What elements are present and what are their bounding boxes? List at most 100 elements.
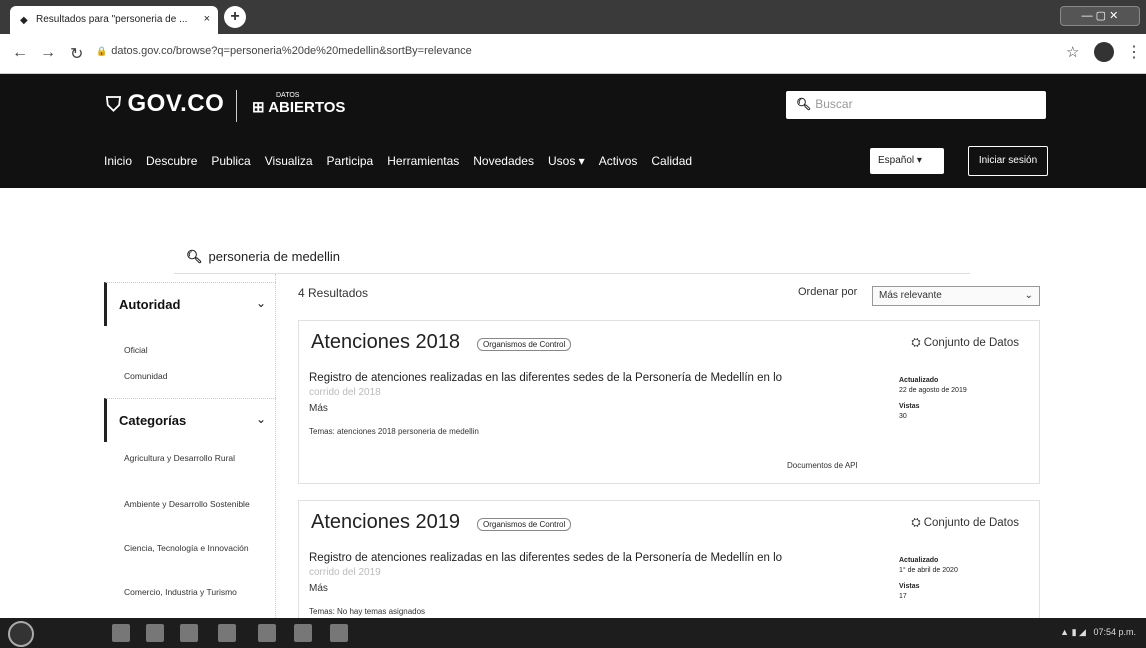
close-tab-icon[interactable]: × bbox=[204, 13, 210, 25]
search-icon: 🔍︎ bbox=[796, 97, 812, 111]
url-text: datos.gov.co/browse?q=personeria%20de%20… bbox=[111, 45, 472, 57]
url-field[interactable]: 🔒 datos.gov.co/browse?q=personeria%20de%2… bbox=[96, 45, 472, 57]
facet-authority-header[interactable]: Autoridad ⌄ bbox=[104, 282, 276, 326]
logo-divider bbox=[236, 90, 237, 122]
sort-label: Ordenar por bbox=[798, 286, 858, 298]
updated-label: Actualizado bbox=[899, 377, 939, 384]
result-tags: Temas: No hay temas asignados bbox=[309, 607, 426, 616]
nav-item-descubre[interactable]: Descubre bbox=[146, 154, 197, 174]
result-description: Registro de atenciones realizadas en las… bbox=[309, 372, 783, 384]
result-tags: Temas: atenciones 2018 personeria de med… bbox=[309, 427, 479, 436]
chrome-icon[interactable] bbox=[218, 624, 236, 642]
login-button[interactable]: Iniciar sesión bbox=[968, 146, 1048, 176]
language-select[interactable]: Español ▾ bbox=[870, 148, 944, 174]
chevron-down-icon: ⌄ bbox=[255, 412, 266, 426]
browser-tab-bar: ◆ Resultados para "personeria de ... × +… bbox=[0, 0, 1146, 34]
dataset-type-text: Conjunto de Datos bbox=[923, 517, 1019, 529]
dataset-type-label: ⛭ Conjunto de Datos bbox=[911, 517, 1019, 530]
facet-authority-title: Autoridad bbox=[119, 297, 181, 312]
result-card: Atenciones 2019 Organismos de Control ⛭ … bbox=[298, 500, 1040, 618]
more-link[interactable]: Más bbox=[309, 583, 328, 594]
browser-tab[interactable]: ◆ Resultados para "personeria de ... × bbox=[10, 6, 218, 34]
nav-item-usos[interactable]: Usos ▾ bbox=[548, 154, 585, 174]
nav-item-activos[interactable]: Activos bbox=[599, 154, 638, 174]
result-description-more: corrido del 2019 bbox=[309, 567, 381, 578]
dataset-icon: ⛭ bbox=[911, 337, 921, 349]
result-title[interactable]: Atenciones 2019 bbox=[311, 511, 460, 534]
menu-kebab-icon[interactable]: ⋮ bbox=[1126, 42, 1142, 62]
views-label: Vistas bbox=[899, 403, 920, 410]
chevron-down-icon: ⌄ bbox=[255, 296, 266, 310]
facet-item-comercio[interactable]: Comercio, Industria y Turismo bbox=[124, 587, 264, 598]
datos-big-text: ABIERTOS bbox=[268, 99, 346, 116]
chevron-down-icon: ⌄ bbox=[1024, 290, 1033, 301]
nav-item-novedades[interactable]: Novedades bbox=[473, 154, 534, 174]
category-badge[interactable]: Organismos de Control bbox=[477, 338, 572, 351]
result-card: Atenciones 2018 Organismos de Control ⛭ … bbox=[298, 320, 1040, 484]
nav-item-participa[interactable]: Participa bbox=[327, 154, 374, 174]
facet-item-oficial[interactable]: Oficial bbox=[124, 345, 264, 356]
search-icon: 🔍︎ bbox=[186, 249, 203, 264]
api-docs-link[interactable]: Documentos de API bbox=[787, 461, 858, 470]
grid-logo-icon: ⊞ bbox=[252, 99, 265, 116]
new-tab-button[interactable]: + bbox=[224, 6, 246, 28]
logo-text: GOV.CO bbox=[127, 90, 225, 117]
site-favicon-icon: ◆ bbox=[20, 15, 28, 26]
views-value: 17 bbox=[899, 593, 907, 600]
reload-icon[interactable]: ↻ bbox=[70, 44, 83, 64]
query-search-input[interactable]: 🔍︎ personeria de medellin bbox=[174, 240, 970, 274]
nav-item-publica[interactable]: Publica bbox=[211, 154, 250, 174]
more-link[interactable]: Más bbox=[309, 403, 328, 414]
app-icon[interactable] bbox=[330, 624, 348, 642]
result-description: Registro de atenciones realizadas en las… bbox=[309, 552, 783, 564]
start-button[interactable] bbox=[8, 621, 34, 647]
nav-item-inicio[interactable]: Inicio bbox=[104, 154, 132, 174]
category-badge[interactable]: Organismos de Control bbox=[477, 518, 572, 531]
forward-arrow-icon[interactable]: → bbox=[40, 44, 56, 62]
facet-categories-title: Categorías bbox=[119, 413, 187, 428]
sort-value: Más relevante bbox=[879, 290, 942, 301]
sort-select[interactable]: Más relevante ⌄ bbox=[872, 286, 1040, 306]
facet-categories-header[interactable]: Categorías ⌄ bbox=[104, 398, 276, 442]
dataset-type-text: Conjunto de Datos bbox=[923, 337, 1019, 349]
main-nav: Inicio Descubre Publica Visualiza Partic… bbox=[104, 154, 692, 174]
network-icon[interactable]: ▲ ▮ ◢ bbox=[1060, 627, 1086, 637]
datos-abiertos-logo[interactable]: DATOS ⊞ ABIERTOS bbox=[252, 92, 345, 115]
lock-icon: 🔒 bbox=[96, 46, 108, 56]
query-text: personeria de medellin bbox=[208, 249, 341, 264]
nav-item-herramientas[interactable]: Herramientas bbox=[387, 154, 459, 174]
updated-label: Actualizado bbox=[899, 557, 939, 564]
back-arrow-icon[interactable]: ← bbox=[12, 44, 28, 62]
profile-avatar[interactable] bbox=[1094, 42, 1114, 62]
file-explorer-icon[interactable] bbox=[112, 624, 130, 642]
result-title[interactable]: Atenciones 2018 bbox=[311, 331, 460, 354]
tab-title: Resultados para "personeria de ... bbox=[36, 14, 188, 25]
shield-icon: ⛉ bbox=[106, 94, 122, 116]
views-value: 30 bbox=[899, 413, 907, 420]
os-taskbar: ▲ ▮ ◢ 07:54 p.m. bbox=[0, 618, 1146, 648]
govco-logo[interactable]: ⛉ GOV.CO bbox=[106, 90, 224, 118]
dataset-icon: ⛭ bbox=[911, 517, 921, 529]
updated-value: 1° de abril de 2020 bbox=[899, 567, 958, 574]
facet-item-agricultura[interactable]: Agricultura y Desarrollo Rural bbox=[124, 453, 264, 464]
address-bar: ← → ↻ 🔒 datos.gov.co/browse?q=personeria%… bbox=[0, 34, 1146, 74]
nav-item-visualiza[interactable]: Visualiza bbox=[265, 154, 313, 174]
site-header: ⛉ GOV.CO DATOS ⊞ ABIERTOS 🔍︎ Buscar Inicio… bbox=[0, 74, 1146, 188]
app-icon[interactable] bbox=[146, 624, 164, 642]
facet-item-ambiente[interactable]: Ambiente y Desarrollo Sostenible bbox=[124, 499, 264, 510]
app-icon[interactable] bbox=[180, 624, 198, 642]
clock[interactable]: 07:54 p.m. bbox=[1093, 627, 1136, 637]
views-label: Vistas bbox=[899, 583, 920, 590]
nav-item-calidad[interactable]: Calidad bbox=[651, 154, 692, 174]
datos-small-text: DATOS bbox=[276, 92, 300, 99]
search-placeholder: Buscar bbox=[815, 97, 853, 111]
bookmark-star-icon[interactable]: ☆ bbox=[1066, 43, 1079, 61]
app-icon[interactable] bbox=[258, 624, 276, 642]
facet-item-comunidad[interactable]: Comunidad bbox=[124, 371, 264, 382]
facet-item-ciencia[interactable]: Ciencia, Tecnología e Innovación bbox=[124, 543, 264, 554]
updated-value: 22 de agosto de 2019 bbox=[899, 387, 967, 394]
excel-icon[interactable] bbox=[294, 624, 312, 642]
site-search-input[interactable]: 🔍︎ Buscar bbox=[786, 91, 1046, 119]
window-controls[interactable]: — ▢ ✕ bbox=[1060, 6, 1140, 26]
dataset-type-label: ⛭ Conjunto de Datos bbox=[911, 337, 1019, 350]
